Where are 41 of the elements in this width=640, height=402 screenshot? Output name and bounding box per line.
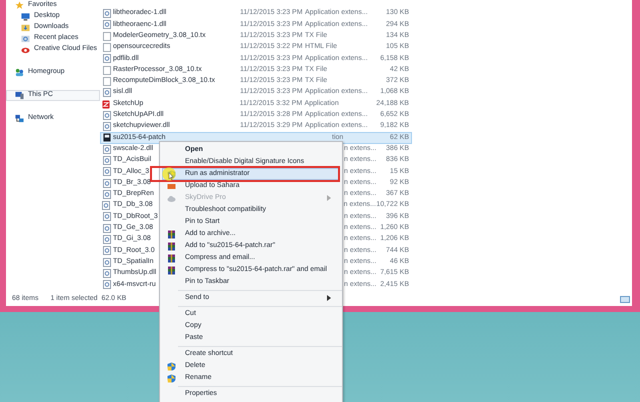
gear-file-icon — [102, 178, 110, 188]
gear-file-icon — [102, 212, 110, 222]
gear-file-icon — [102, 88, 110, 98]
gear-file-icon — [102, 190, 110, 199]
submenu-arrow-icon — [327, 295, 331, 301]
gear-file-icon — [102, 268, 110, 278]
shield-icon — [166, 374, 176, 382]
shield-icon — [166, 362, 176, 370]
view-toggle-icon[interactable] — [620, 296, 630, 302]
gear-file-icon — [102, 235, 110, 244]
gear-file-icon — [102, 9, 110, 18]
gear-file-icon — [102, 258, 110, 267]
cloud-icon — [21, 45, 30, 54]
gear-file-icon — [102, 122, 110, 132]
gear-file-icon — [102, 20, 110, 30]
upload-icon — [166, 182, 176, 190]
gear-file-icon — [102, 156, 110, 165]
gear-file-icon — [102, 144, 110, 154]
gear-file-icon — [102, 201, 110, 210]
folder-icon — [21, 23, 30, 32]
gear-file-icon — [102, 54, 110, 64]
app-icon — [102, 133, 110, 142]
archive-icon — [166, 266, 176, 274]
computer-icon — [15, 91, 24, 100]
submenu-arrow-icon — [327, 195, 331, 201]
gear-file-icon — [102, 110, 110, 120]
archive-icon — [166, 242, 176, 250]
gear-file-icon — [102, 246, 110, 256]
archive-icon — [166, 230, 176, 238]
monitor-icon — [21, 12, 30, 21]
star-icon — [15, 1, 24, 10]
archive-icon — [166, 254, 176, 262]
gear-file-icon — [102, 280, 110, 290]
people-icon — [15, 68, 24, 77]
cloud-icon — [166, 194, 176, 202]
folder-icon — [21, 34, 30, 43]
network-icon — [15, 114, 24, 123]
app-icon — [102, 100, 110, 109]
gear-file-icon — [102, 167, 110, 176]
gear-file-icon — [102, 224, 110, 233]
cursor-highlight-icon — [162, 167, 176, 181]
